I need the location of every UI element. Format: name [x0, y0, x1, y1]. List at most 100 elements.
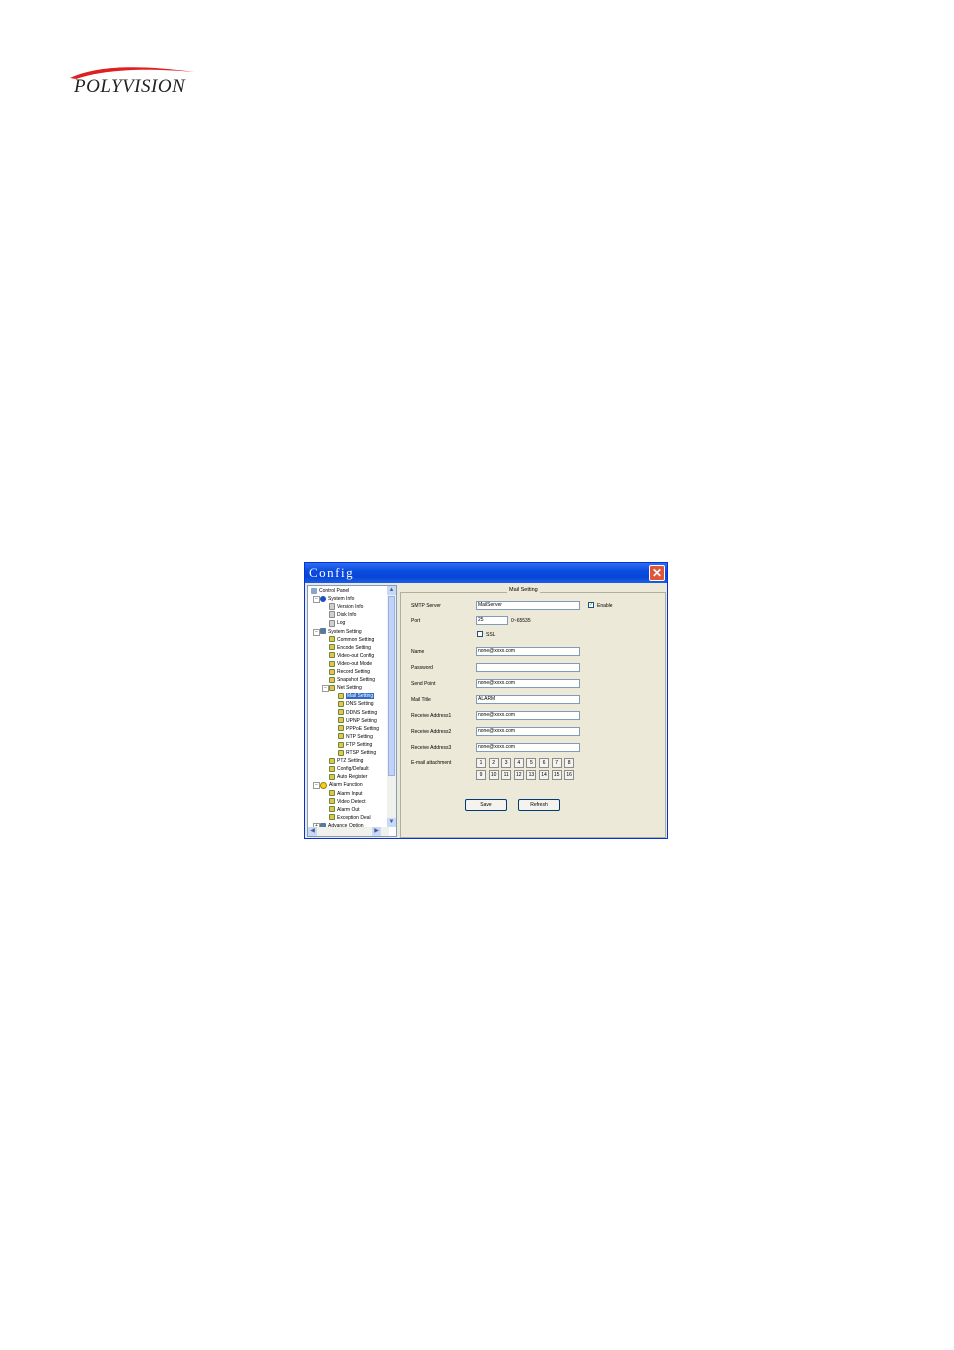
smtp-server-input[interactable]: MailServer [476, 601, 580, 610]
port-range-label: 0~65535 [511, 618, 531, 624]
send-point-input[interactable]: none@xxxx.com [476, 679, 580, 688]
tree-item[interactable]: Auto Register [329, 773, 367, 781]
tree-item-label: Alarm Function [329, 782, 363, 789]
tree-item[interactable]: Alarm Input [329, 790, 363, 798]
tree-expander-icon[interactable]: − [322, 685, 329, 693]
receive-address3-input[interactable]: none@xxxx.com [476, 743, 580, 752]
tree-item[interactable]: Video-out Mode [329, 660, 372, 668]
close-button[interactable]: ✕ [649, 565, 665, 581]
item-icon [329, 676, 335, 683]
attachment-channel-button[interactable]: 1 [476, 758, 486, 768]
tree-item[interactable]: Version Info [329, 603, 363, 611]
item-icon [338, 725, 344, 732]
info-icon [320, 595, 326, 602]
tree-item[interactable]: NTP Setting [338, 733, 373, 741]
attachment-channel-button[interactable]: 16 [564, 770, 575, 780]
tree-item[interactable]: UPNP Setting [338, 717, 377, 725]
item-icon [329, 757, 335, 764]
tree-item[interactable]: Video Detect [329, 798, 366, 806]
tree-item-label: Exception Deal [337, 814, 371, 821]
scroll-thumb[interactable] [388, 596, 395, 776]
tree-item[interactable]: Snapshot Setting [329, 676, 375, 684]
attachment-channel-button[interactable]: 14 [539, 770, 549, 780]
tree-item-label: Auto Register [337, 774, 368, 781]
tree-item[interactable]: Mail Setting [338, 692, 375, 700]
tree-item[interactable]: Alarm Function [320, 781, 363, 789]
tree-item[interactable]: Disk Info [329, 611, 356, 619]
tree-item[interactable]: DDNS Setting [338, 709, 377, 717]
item-icon [329, 798, 335, 805]
attachment-channel-button[interactable]: 12 [513, 770, 524, 780]
enable-checkbox[interactable]: ✓ [588, 602, 594, 608]
item-icon [329, 660, 335, 667]
attachment-channel-button[interactable]: 15 [551, 770, 562, 780]
tree-expander-icon[interactable]: − [313, 596, 320, 604]
receive-address1-label: Receive Address1 [411, 713, 452, 719]
password-input[interactable] [476, 663, 580, 672]
tree-item[interactable]: DNS Setting [338, 700, 374, 708]
tree-item[interactable]: Exception Deal [329, 814, 371, 822]
attachment-channel-button[interactable]: 3 [501, 758, 512, 768]
title-bar[interactable]: Config ✕ [305, 563, 667, 583]
receive-address1-input[interactable]: none@xxxx.com [476, 711, 580, 720]
config-tree: Control Panel − System Info Version Info Dis… [307, 585, 397, 837]
tree-item-label: UPNP Setting [346, 717, 377, 724]
tree-item[interactable]: Log [329, 619, 345, 627]
attachment-channel-button[interactable]: 9 [476, 770, 486, 780]
tree-item-label: Record Setting [337, 669, 371, 675]
receive-address2-input[interactable]: none@xxxx.com [476, 727, 580, 736]
attachment-channel-button[interactable]: 10 [488, 770, 499, 780]
tree-horizontal-scrollbar[interactable]: ◀ ▶ [308, 827, 389, 836]
attachment-channel-button[interactable]: 13 [526, 770, 537, 780]
doc-icon [329, 619, 335, 627]
password-label: Password [411, 665, 433, 671]
tree-item[interactable]: Net Setting [329, 684, 362, 692]
attachment-channel-button[interactable]: 11 [501, 770, 512, 780]
attachment-channel-button[interactable]: 2 [488, 758, 499, 768]
tree-item-label: System Info [328, 596, 355, 603]
tree-expander-icon[interactable]: − [313, 782, 320, 790]
tree-item[interactable]: FTP Setting [338, 741, 372, 749]
tree-item[interactable]: PPPoE Setting [338, 725, 379, 733]
tree-item[interactable]: PTZ Setting [329, 757, 363, 765]
config-window: Config ✕ Control Panel − System Info Versio… [304, 562, 668, 839]
tree-item[interactable]: RTSP Setting [338, 749, 376, 757]
scroll-up-icon[interactable]: ▲ [387, 586, 396, 595]
name-input[interactable]: none@xxxx.com [476, 647, 580, 656]
attachment-channel-button[interactable]: 5 [526, 758, 537, 768]
tree-item-label: Snapshot Setting [337, 677, 376, 684]
port-input[interactable]: 25 [476, 616, 508, 625]
attachment-channel-button[interactable]: 7 [551, 758, 562, 768]
scroll-down-icon[interactable]: ▼ [387, 818, 396, 827]
tree-item[interactable]: Video-out Config [329, 652, 374, 660]
attachment-channel-button[interactable]: 8 [564, 758, 575, 768]
mail-title-input[interactable]: ALARM [476, 695, 580, 704]
refresh-button[interactable]: Refresh [518, 799, 560, 811]
logo-text: POLYVISION [74, 76, 186, 97]
attachment-channel-button[interactable]: 4 [513, 758, 524, 768]
tree-item-label: Version Info [337, 604, 364, 611]
tree-item-label: DDNS Setting [346, 709, 378, 716]
item-icon [329, 806, 335, 813]
tree-item[interactable]: Alarm Out [329, 806, 360, 814]
tree-item-label: Alarm Out [337, 806, 360, 813]
scroll-right-icon[interactable]: ▶ [372, 827, 381, 836]
item-icon [338, 733, 344, 740]
attachment-channel-button[interactable]: 6 [539, 758, 549, 768]
tree-item[interactable]: Record Setting [329, 668, 370, 676]
tree-vertical-scrollbar[interactable]: ▲ ▼ [387, 586, 396, 827]
item-icon [329, 773, 335, 780]
tree-item[interactable]: Control Panel [311, 587, 349, 595]
tree-item[interactable]: System Setting [320, 628, 362, 636]
tree-item[interactable]: Common Setting [329, 636, 374, 644]
tree-expander-icon[interactable]: − [313, 628, 320, 636]
tree-item-label: Video-out Config [337, 652, 375, 659]
scroll-left-icon[interactable]: ◀ [308, 827, 317, 836]
ssl-checkbox[interactable] [477, 631, 483, 637]
tree-item[interactable]: System Info [320, 595, 354, 603]
tree-item-label: RTSP Setting [346, 750, 377, 756]
tree-item[interactable]: Config/Default [329, 765, 369, 773]
save-button[interactable]: Save [465, 799, 507, 811]
tree-item[interactable]: Encode Setting [329, 644, 371, 652]
item-icon [329, 814, 335, 821]
